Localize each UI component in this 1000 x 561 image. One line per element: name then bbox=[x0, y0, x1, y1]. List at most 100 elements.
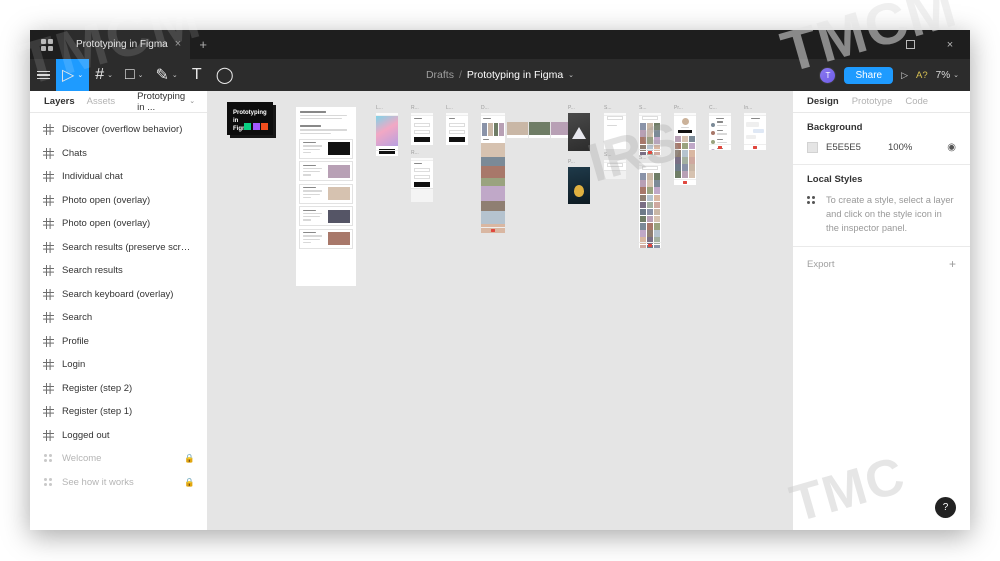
canvas-frame[interactable]: D... bbox=[481, 105, 505, 233]
grid-photo[interactable] bbox=[674, 171, 682, 179]
photo-card[interactable] bbox=[499, 123, 504, 137]
feed-photo[interactable] bbox=[481, 186, 505, 202]
input-field[interactable] bbox=[449, 129, 465, 134]
search-input[interactable] bbox=[607, 116, 623, 120]
grid-photo[interactable] bbox=[639, 208, 647, 216]
follow-button[interactable] bbox=[678, 130, 692, 134]
results-grid[interactable] bbox=[639, 173, 661, 248]
chat-row[interactable] bbox=[709, 120, 731, 129]
layer-row[interactable]: Chats bbox=[30, 142, 207, 166]
grid-photo[interactable] bbox=[681, 157, 689, 164]
grid-photo[interactable] bbox=[653, 208, 661, 216]
grid-photo[interactable] bbox=[674, 150, 682, 157]
layer-row[interactable]: Search results (preserve scroll po... bbox=[30, 236, 207, 260]
background-opacity[interactable]: 100% bbox=[888, 142, 947, 153]
grid-photo[interactable] bbox=[639, 173, 647, 180]
breadcrumb-filename[interactable]: Prototyping in Figma bbox=[467, 69, 563, 81]
grid-photo[interactable] bbox=[646, 187, 654, 194]
background-hex[interactable]: E5E5E5 bbox=[826, 142, 888, 153]
canvas-frame[interactable]: P... bbox=[568, 105, 590, 151]
canvas-frame[interactable]: L... bbox=[376, 105, 398, 156]
frame-label[interactable]: Pr... bbox=[674, 105, 683, 111]
grid-photo[interactable] bbox=[646, 215, 654, 223]
canvas-frame[interactable]: R... bbox=[411, 150, 433, 202]
grid-photo[interactable] bbox=[674, 135, 682, 143]
grid-photo[interactable] bbox=[653, 194, 661, 202]
canvas-frame[interactable]: L... bbox=[446, 105, 468, 145]
keyboard[interactable] bbox=[604, 170, 626, 179]
feed-photo[interactable] bbox=[481, 166, 505, 179]
frame-label[interactable]: S... bbox=[639, 105, 647, 111]
layer-row[interactable]: See how it works 🔒 bbox=[30, 471, 207, 495]
feed-photo[interactable] bbox=[481, 157, 505, 167]
search-input[interactable] bbox=[642, 116, 658, 120]
search-input[interactable] bbox=[642, 166, 658, 170]
grid-photo[interactable] bbox=[639, 194, 647, 202]
grid-photo[interactable] bbox=[653, 180, 661, 187]
layer-row[interactable]: Logged out bbox=[30, 424, 207, 448]
grid-photo[interactable] bbox=[681, 164, 689, 171]
grid-photo[interactable] bbox=[688, 171, 696, 179]
grid-photo[interactable] bbox=[653, 130, 661, 137]
grid-photo[interactable] bbox=[639, 130, 647, 137]
canvas-frame[interactable]: Pr... bbox=[674, 105, 696, 185]
shape-tool-button[interactable]: □ ⌄ bbox=[119, 59, 150, 91]
grid-photo[interactable] bbox=[688, 157, 696, 164]
layer-row[interactable]: Individual chat bbox=[30, 165, 207, 189]
grid-photo[interactable] bbox=[646, 201, 654, 209]
photo-card[interactable] bbox=[487, 123, 493, 137]
comment-tool-button[interactable]: ◯ bbox=[210, 59, 240, 91]
grid-photo[interactable] bbox=[688, 164, 696, 171]
grid-photo[interactable] bbox=[639, 123, 647, 130]
grid-photo[interactable] bbox=[646, 123, 654, 130]
grid-photo[interactable] bbox=[639, 201, 647, 209]
layer-row[interactable]: Search bbox=[30, 306, 207, 330]
layer-row[interactable]: Search keyboard (overlay) bbox=[30, 283, 207, 307]
canvas-frame[interactable]: S... bbox=[604, 105, 626, 149]
feed-photo[interactable] bbox=[481, 143, 505, 158]
photo-feed[interactable] bbox=[481, 143, 505, 233]
tab-code[interactable]: Code bbox=[905, 96, 928, 107]
grid-photo[interactable] bbox=[653, 187, 661, 194]
tab-layers[interactable]: Layers bbox=[44, 96, 75, 107]
share-button[interactable]: Share bbox=[844, 66, 894, 84]
page-selector[interactable]: Prototyping in ... ⌄ bbox=[137, 91, 195, 113]
close-button[interactable]: × bbox=[930, 30, 970, 59]
frame-label[interactable]: R... bbox=[411, 150, 419, 156]
grid-photo[interactable] bbox=[646, 173, 654, 180]
frame-label[interactable]: S... bbox=[604, 105, 612, 111]
canvas-frame[interactable]: R... bbox=[411, 105, 433, 145]
canvas-frame[interactable]: C... bbox=[709, 105, 731, 150]
frame-label[interactable]: L... bbox=[376, 105, 383, 111]
color-swatch[interactable] bbox=[807, 142, 818, 153]
input-field[interactable] bbox=[414, 129, 430, 134]
frame-label[interactable]: P... bbox=[568, 105, 575, 111]
grid-photo[interactable] bbox=[646, 137, 654, 144]
frame-label[interactable]: L... bbox=[446, 105, 453, 111]
submit-button[interactable] bbox=[414, 181, 430, 187]
accessibility-badge[interactable]: A? bbox=[916, 70, 928, 81]
overflow-photo-card[interactable] bbox=[507, 122, 528, 138]
tab-close-icon[interactable]: × bbox=[175, 39, 181, 50]
photo-card[interactable] bbox=[493, 123, 499, 137]
canvas-frame[interactable]: S... bbox=[639, 105, 661, 155]
lock-icon[interactable]: 🔒 bbox=[184, 477, 195, 488]
grid-photo[interactable] bbox=[681, 171, 689, 179]
grid-photo[interactable] bbox=[674, 157, 682, 164]
lock-icon[interactable]: 🔒 bbox=[184, 453, 195, 464]
grid-photo[interactable] bbox=[653, 137, 661, 144]
pen-tool-button[interactable]: ✎ ⌄ bbox=[150, 59, 184, 91]
input-field[interactable] bbox=[449, 123, 465, 128]
layer-row[interactable]: Register (step 1) bbox=[30, 400, 207, 424]
layer-row[interactable]: Register (step 2) bbox=[30, 377, 207, 401]
grid-photo[interactable] bbox=[646, 180, 654, 187]
frame-label[interactable]: S... bbox=[604, 152, 612, 158]
canvas-frame[interactable] bbox=[296, 107, 356, 286]
grid-photo[interactable] bbox=[639, 223, 647, 230]
feed-photo[interactable] bbox=[481, 211, 505, 225]
move-tool-button[interactable]: ▷ ⌄ bbox=[56, 59, 90, 91]
text-tool-button[interactable]: T bbox=[184, 59, 210, 91]
submit-button[interactable] bbox=[449, 136, 465, 142]
frame-label[interactable]: D... bbox=[481, 105, 489, 111]
grid-photo[interactable] bbox=[653, 173, 661, 180]
